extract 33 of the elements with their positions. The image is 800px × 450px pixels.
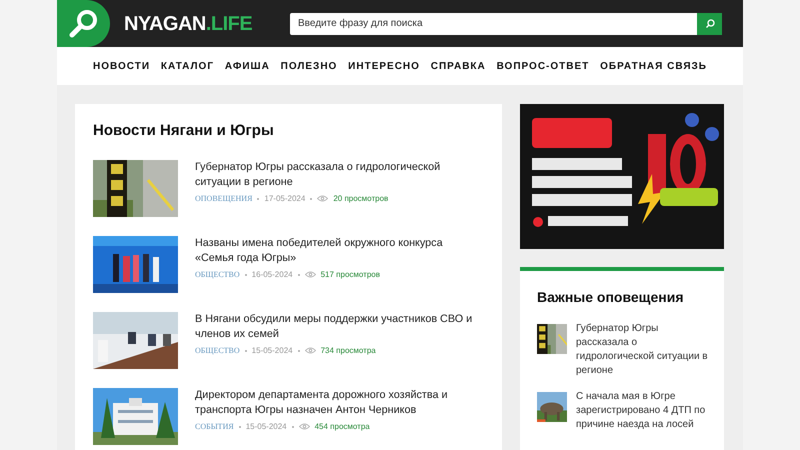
view-count: 454 просмотра xyxy=(314,420,370,432)
post-date: 17-05-2024 xyxy=(264,192,306,204)
search-icon xyxy=(68,8,100,40)
nav-link[interactable]: АФИША xyxy=(224,58,270,74)
post-date: 15-05-2024 xyxy=(252,344,293,356)
view-count: 734 просмотра xyxy=(320,344,376,356)
alert-link[interactable]: С начала мая в Югре зарегистрировано 4 ДТП по причине наезда на лосей xyxy=(576,390,712,432)
search-field[interactable]: Введите фразу для поиска xyxy=(290,12,697,34)
search-icon xyxy=(704,18,714,28)
eye-icon xyxy=(317,195,328,202)
news-title-link[interactable]: Названы имена победителей окружного конкурса «Семья года Югры» xyxy=(195,236,484,266)
nav-link[interactable]: ВОПРОС-ОТВЕТ xyxy=(496,58,590,74)
post-date: 16-05-2024 xyxy=(252,268,293,280)
eye-icon xyxy=(304,271,316,278)
eye-icon xyxy=(304,347,316,354)
nav-link[interactable]: ИНТЕРЕСНО xyxy=(348,58,420,74)
nav-link[interactable]: СПРАВКА xyxy=(430,58,486,74)
eye-icon xyxy=(298,423,310,430)
view-count: 517 просмотров xyxy=(320,268,380,280)
news-title-link[interactable]: В Нягани обсудили меры поддержки участников СВО и членов их семей xyxy=(195,312,484,342)
nav-link[interactable]: ОБРАТНАЯ СВЯЗЬ xyxy=(600,58,707,74)
view-count: 20 просмотров xyxy=(333,192,388,204)
section-title: Новости Нягани и Югры xyxy=(93,121,275,141)
nav-link[interactable]: НОВОСТИ xyxy=(93,58,150,74)
nav-link[interactable]: КАТАЛОГ xyxy=(160,58,214,74)
post-date: 15-05-2024 xyxy=(246,420,287,432)
section-title: Важные оповещения xyxy=(537,288,685,307)
search-button[interactable] xyxy=(697,12,722,34)
nav-link[interactable]: ПОЛЕЗНО xyxy=(280,58,338,74)
news-title-link[interactable]: Директором департамента дорожного хозяйства и транспорта Югры назначен Антон Черников xyxy=(195,388,484,418)
alert-link[interactable]: Губернатор Югры рассказала о гидрологической ситуации в регионе xyxy=(576,322,712,378)
news-title-link[interactable]: Губернатор Югры рассказала о гидрологической ситуации в регионе xyxy=(195,160,484,190)
site-logo[interactable]: NYAGAN.LIFE xyxy=(124,8,252,38)
